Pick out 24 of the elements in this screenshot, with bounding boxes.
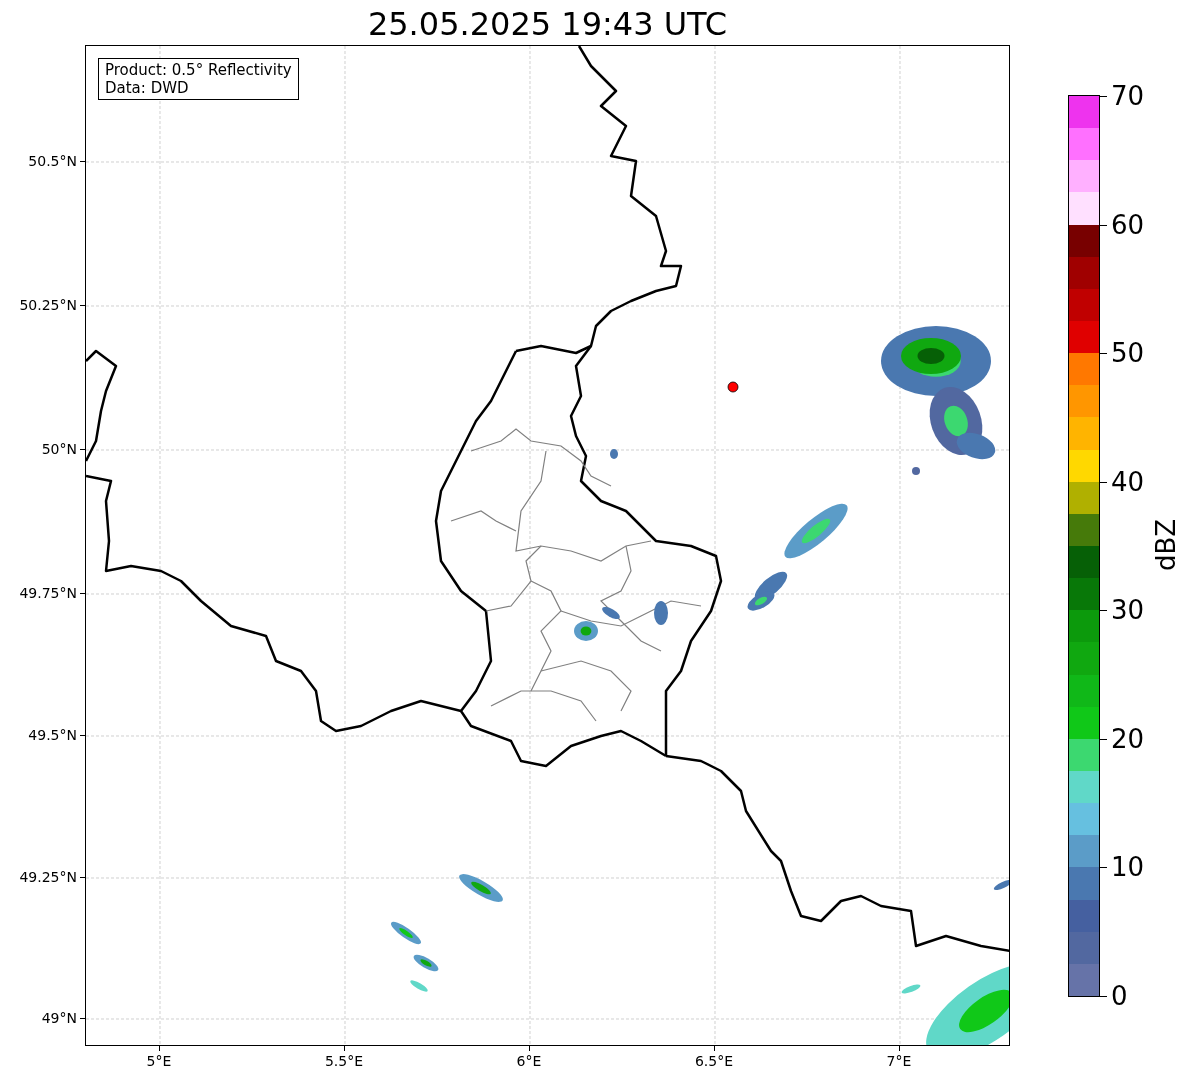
y-tick-label: 50.25°N (19, 296, 77, 314)
x-tick-label: 7°E (886, 1052, 912, 1070)
colorbar-tick-label: 60 (1111, 209, 1145, 240)
y-tick-label: 49.5°N (28, 726, 77, 744)
colorbar-tick-label: 0 (1111, 981, 1128, 1011)
x-tick-label: 5.5°E (324, 1052, 364, 1070)
colorbar-tick-label: 30 (1111, 595, 1145, 626)
y-tick-label: 49.75°N (19, 584, 77, 602)
colorbar-tick-label: 70 (1111, 81, 1145, 111)
y-tick-label: 50°N (41, 440, 77, 458)
x-tick-label: 6.5°E (694, 1052, 734, 1070)
x-tick-label: 6°E (516, 1052, 542, 1070)
colorbar-tick-label: 20 (1111, 723, 1145, 754)
info-text: Data: DWD (105, 79, 190, 97)
colorbar-tick-label: 40 (1111, 466, 1145, 497)
info-text: Product: 0.5° Reflectivity (105, 61, 292, 79)
colorbar-label: dBZ (1151, 518, 1182, 572)
colorbar-tick-label: 10 (1111, 852, 1145, 883)
y-tick-label: 50.5°N (28, 152, 77, 170)
y-tick-label: 49°N (41, 1009, 77, 1027)
x-tick-label: 5°E (146, 1052, 172, 1070)
colorbar-tick-label: 50 (1111, 338, 1145, 369)
y-tick-label: 49.25°N (19, 868, 77, 886)
chart-title: 25.05.2025 19:43 UTC (366, 4, 729, 44)
